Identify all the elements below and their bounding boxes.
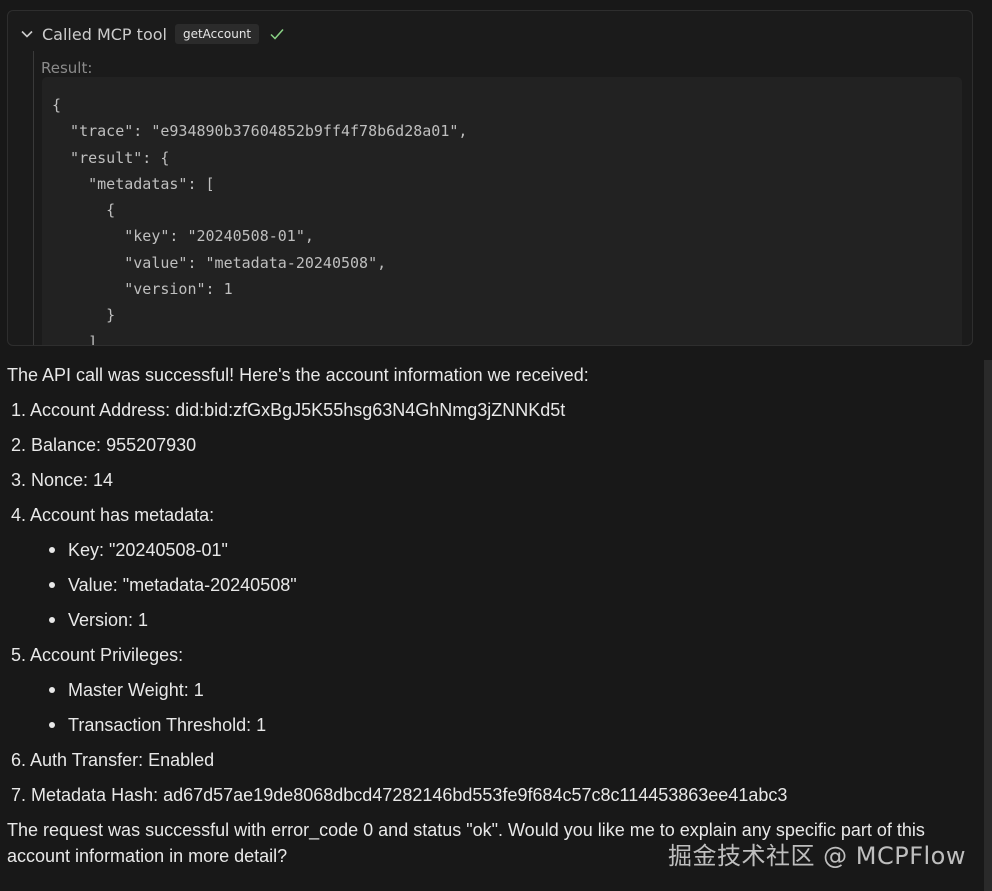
list-item: 2. Balance: 955207930: [11, 435, 197, 455]
sub-list-item: Key: "20240508-01": [11, 537, 967, 563]
account-info-list: 1. Account Address: did:bid:zfGxBgJ5K55h…: [7, 397, 967, 808]
result-json: { "trace": "e934890b37604852b9ff4f78b6d2…: [52, 96, 468, 346]
list-item: 4. Account has metadata: Key: "20240508-…: [7, 502, 967, 633]
list-item: 5. Account Privileges: Master Weight: 1 …: [7, 642, 967, 738]
metadata-sublist: Key: "20240508-01" Value: "metadata-2024…: [11, 537, 967, 633]
list-item: 7. Metadata Hash: ad67d57ae19de8068dbcd4…: [11, 785, 788, 805]
chevron-down-icon[interactable]: [20, 27, 34, 41]
list-item: 6. Auth Transfer: Enabled: [11, 750, 215, 770]
tool-name-badge: getAccount: [174, 24, 260, 44]
mcp-tool-call-card: Called MCP tool getAccount Result: { "tr…: [7, 10, 973, 346]
result-label: Result:: [41, 59, 93, 77]
privileges-sublist: Master Weight: 1 Transaction Threshold: …: [11, 677, 967, 738]
list-item: 3. Nonce: 14: [11, 470, 114, 490]
list-item: 1. Account Address: did:bid:zfGxBgJ5K55h…: [11, 400, 566, 420]
sub-list-item: Value: "metadata-20240508": [11, 572, 967, 598]
watermark: 掘金技术社区 @ MCPFlow: [668, 842, 966, 870]
message-intro: The API call was successful! Here's the …: [7, 365, 589, 385]
result-guide-line: [33, 51, 34, 345]
sub-list-item: Transaction Threshold: 1: [11, 712, 967, 738]
tool-call-header[interactable]: Called MCP tool getAccount: [20, 23, 285, 45]
scrollbar[interactable]: [984, 360, 992, 891]
sub-list-item: Version: 1: [11, 607, 967, 633]
assistant-message: The API call was successful! Here's the …: [7, 362, 967, 869]
tool-call-title: Called MCP tool: [42, 24, 167, 44]
checkmark-icon: [270, 29, 284, 40]
result-code-block[interactable]: { "trace": "e934890b37604852b9ff4f78b6d2…: [42, 77, 962, 346]
sub-list-item: Master Weight: 1: [11, 677, 967, 703]
